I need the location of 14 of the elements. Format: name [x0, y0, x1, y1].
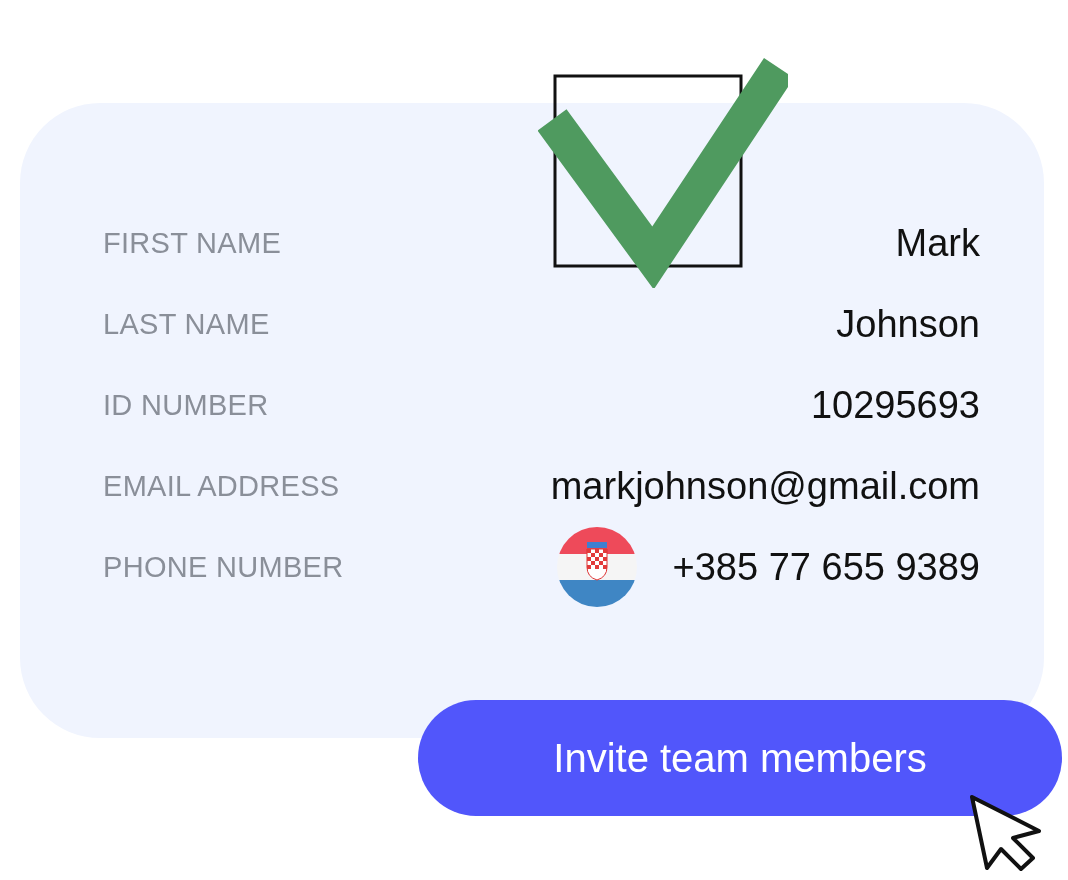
field-value: Mark: [895, 222, 980, 265]
phone-number: +385 77 655 9389: [672, 545, 980, 589]
flag-icon: [556, 527, 637, 607]
checkbox[interactable]: [538, 58, 788, 288]
cursor-icon: [969, 794, 1043, 872]
field-label: FIRST NAME: [103, 227, 282, 260]
field-label: LAST NAME: [103, 308, 270, 341]
field-value: Johnson: [836, 303, 980, 346]
field-label: EMAIL ADDRESS: [103, 470, 340, 503]
field-value: markjohnson@gmail.com: [550, 465, 980, 508]
field-label: PHONE NUMBER: [103, 551, 344, 584]
invite-button[interactable]: Invite team members: [418, 700, 1062, 816]
field-label: ID NUMBER: [103, 389, 269, 422]
field-value: 10295693: [810, 384, 980, 427]
